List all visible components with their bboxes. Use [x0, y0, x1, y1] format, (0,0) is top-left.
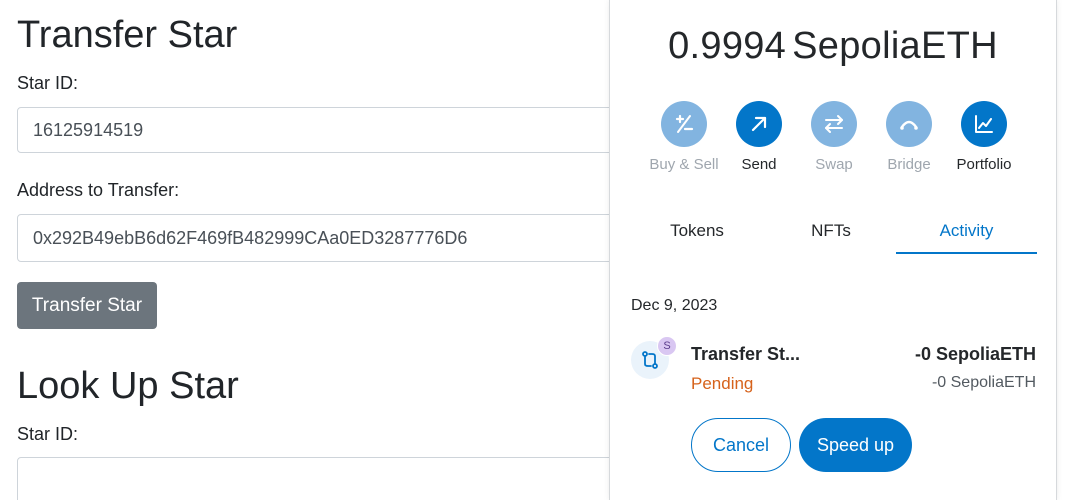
transaction-amount-secondary: -0 SepoliaETH	[931, 374, 1036, 391]
swap-icon	[811, 101, 857, 147]
lookup-star-id-label: Star ID:	[17, 424, 79, 444]
portfolio-label: Portfolio	[956, 156, 1012, 173]
star-id-label: Star ID:	[17, 73, 79, 93]
wallet-tabs: Tokens NFTs Activity	[610, 210, 1056, 254]
cancel-button[interactable]: Cancel	[691, 418, 791, 472]
address-to-transfer-value: 0x292B49ebB6d62F469fB482999CAa0ED3287776…	[33, 227, 468, 248]
tab-activity[interactable]: Activity	[896, 210, 1037, 254]
tab-nfts[interactable]: NFTs	[756, 210, 906, 252]
bridge-icon	[886, 101, 932, 147]
bridge-button[interactable]: Bridge	[869, 101, 949, 174]
transaction-status: Pending	[691, 374, 754, 393]
lookup-star-id-input[interactable]	[17, 457, 637, 500]
transfer-star-heading: Transfer Star	[17, 14, 238, 56]
swap-label: Swap	[815, 156, 853, 173]
balance-unit: SepoliaETH	[792, 25, 998, 67]
tab-tokens[interactable]: Tokens	[622, 210, 772, 252]
balance-amount: 0.9994	[668, 25, 787, 67]
address-to-transfer-label: Address to Transfer:	[17, 180, 180, 200]
buy-sell-button[interactable]: Buy & Sell	[644, 101, 724, 174]
activity-date: Dec 9, 2023	[631, 297, 718, 314]
buy-sell-icon	[661, 101, 707, 147]
send-button[interactable]: Send	[719, 101, 799, 174]
send-arrow-icon	[736, 101, 782, 147]
screen: Transfer Star Star ID: 16125914519 Addre…	[0, 0, 1066, 500]
swap-button[interactable]: Swap	[794, 101, 874, 174]
bridge-label: Bridge	[887, 156, 931, 173]
transfer-star-button[interactable]: Transfer Star	[17, 282, 157, 329]
address-to-transfer-input[interactable]: 0x292B49ebB6d62F469fB482999CAa0ED3287776…	[17, 214, 637, 262]
transaction-amount: -0 SepoliaETH	[914, 344, 1036, 364]
transfer-star-id-value: 16125914519	[33, 119, 144, 140]
network-badge: S	[657, 336, 677, 356]
send-label: Send	[741, 156, 777, 173]
speed-up-button[interactable]: Speed up	[799, 418, 912, 472]
look-up-star-heading: Look Up Star	[17, 365, 239, 407]
portfolio-button[interactable]: Portfolio	[944, 101, 1024, 174]
buy-sell-label: Buy & Sell	[649, 156, 719, 173]
portfolio-chart-icon	[961, 101, 1007, 147]
wallet-balance: 0.9994 SepoliaETH	[610, 25, 1056, 68]
transfer-star-id-input[interactable]: 16125914519	[17, 107, 637, 153]
wallet-popup: 0.9994 SepoliaETH Buy & Sell Send Swap B…	[609, 0, 1057, 500]
transaction-title: Transfer St...	[691, 344, 801, 364]
